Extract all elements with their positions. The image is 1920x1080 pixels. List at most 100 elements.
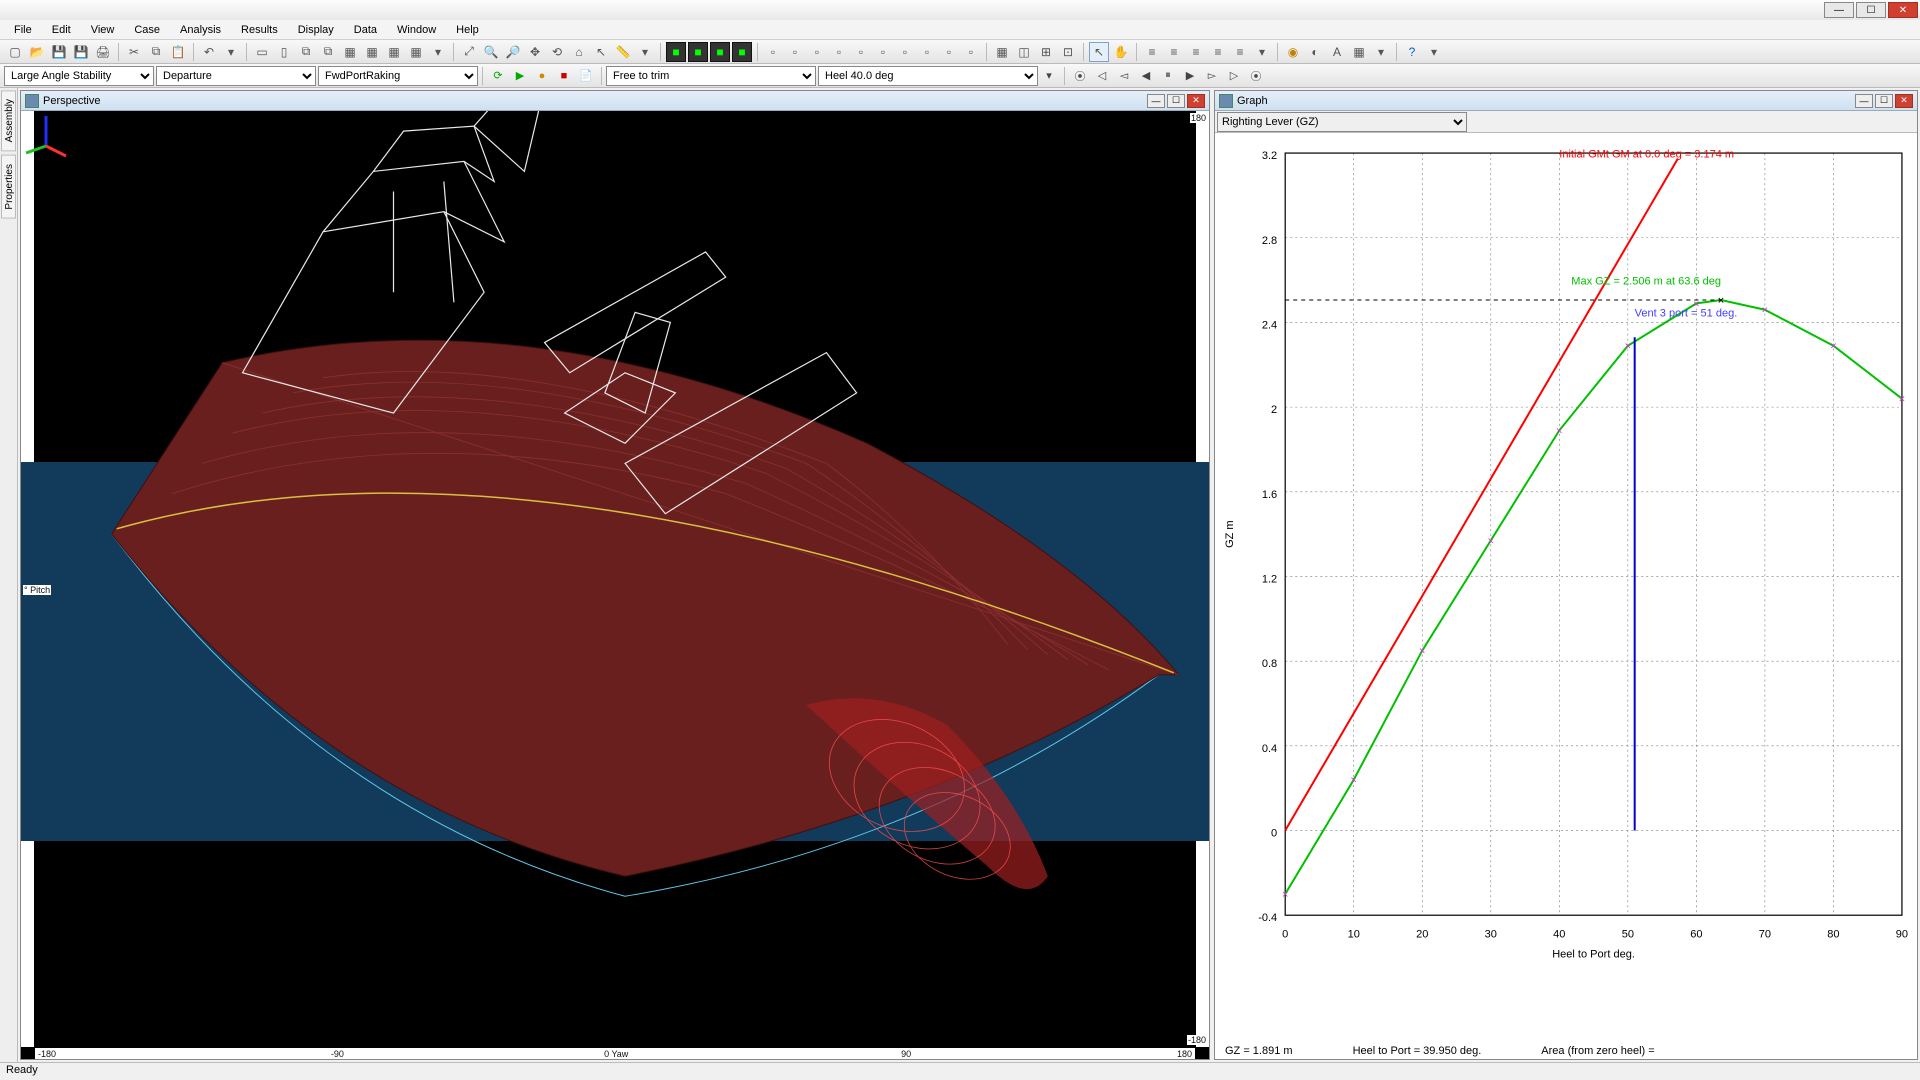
loading-condition-select[interactable]: Departure <box>156 66 316 86</box>
view-persp-icon[interactable]: ▫ <box>829 42 849 62</box>
heel-select[interactable]: Heel 40.0 deg <box>818 66 1038 86</box>
grid4-icon[interactable]: ⊡ <box>1058 42 1078 62</box>
layout8-icon[interactable]: ▦ <box>406 42 426 62</box>
anim-pause-icon[interactable]: ⏸ <box>1158 66 1178 86</box>
render4-icon[interactable]: ■ <box>732 42 752 62</box>
rotate-icon[interactable]: ⟲ <box>547 42 567 62</box>
hand-icon[interactable]: ✋ <box>1111 42 1131 62</box>
select-icon[interactable]: ↖ <box>591 42 611 62</box>
menu-edit[interactable]: Edit <box>42 22 81 38</box>
stop-icon[interactable]: ■ <box>554 66 574 86</box>
trim-select[interactable]: Free to trim <box>606 66 816 86</box>
anim-first-icon[interactable]: ⦿ <box>1070 66 1090 86</box>
zoom-extents-icon[interactable]: ⤢ <box>459 42 479 62</box>
graph-close-button[interactable]: ✕ <box>1895 94 1913 108</box>
layout6-icon[interactable]: ▦ <box>362 42 382 62</box>
grid2-icon[interactable]: ◫ <box>1014 42 1034 62</box>
window-close-button[interactable]: ✕ <box>1888 2 1918 18</box>
view-6-icon[interactable]: ▫ <box>873 42 893 62</box>
new-icon[interactable]: ▢ <box>5 42 25 62</box>
view-side-icon[interactable]: ▫ <box>807 42 827 62</box>
disp6-icon[interactable]: ▾ <box>1252 42 1272 62</box>
view-front-icon[interactable]: ▫ <box>785 42 805 62</box>
graph-plot[interactable]: 0102030405060708090-0.400.40.81.21.622.4… <box>1215 133 1917 1059</box>
dropdown-icon[interactable]: ▾ <box>635 42 655 62</box>
measure-icon[interactable]: 📏 <box>613 42 633 62</box>
cut-icon[interactable]: ✂ <box>124 42 144 62</box>
menu-case[interactable]: Case <box>124 22 170 38</box>
analysis-type-select[interactable]: Large Angle Stability <box>4 66 154 86</box>
render2-icon[interactable]: ■ <box>688 42 708 62</box>
report-icon[interactable]: 📄 <box>576 66 596 86</box>
menu-view[interactable]: View <box>81 22 125 38</box>
table-icon[interactable]: ▦ <box>1349 42 1369 62</box>
perspective-viewport[interactable]: ° Pitch 180 -180 -180 -90 0 Yaw 90 180 <box>21 111 1209 1059</box>
menu-file[interactable]: File <box>4 22 42 38</box>
redo-icon[interactable]: ▾ <box>221 42 241 62</box>
graph-max-button[interactable]: ☐ <box>1875 94 1893 108</box>
home-icon[interactable]: ⌂ <box>569 42 589 62</box>
step-icon[interactable]: ● <box>532 66 552 86</box>
grid3-icon[interactable]: ⊞ <box>1036 42 1056 62</box>
menu-data[interactable]: Data <box>344 22 387 38</box>
graph-type-select[interactable]: Righting Lever (GZ) <box>1217 112 1467 132</box>
disp1-icon[interactable]: ≡ <box>1142 42 1162 62</box>
layout3-icon[interactable]: ⧉ <box>296 42 316 62</box>
zoom-in-icon[interactable]: 🔍 <box>481 42 501 62</box>
anim-next-icon[interactable]: ▷ <box>1224 66 1244 86</box>
open-icon[interactable]: 📂 <box>27 42 47 62</box>
palette-icon[interactable]: ◐ <box>1305 42 1325 62</box>
refresh-icon[interactable]: ⟳ <box>488 66 508 86</box>
layout2-icon[interactable]: ▯ <box>274 42 294 62</box>
assembly-tab[interactable]: Assembly <box>1 90 16 151</box>
render3-icon[interactable]: ■ <box>710 42 730 62</box>
view-8-icon[interactable]: ▫ <box>917 42 937 62</box>
heel-dd-icon[interactable]: ▾ <box>1039 66 1059 86</box>
view-7-icon[interactable]: ▫ <box>895 42 915 62</box>
paste-icon[interactable]: 📋 <box>168 42 188 62</box>
text-icon[interactable]: A <box>1327 42 1347 62</box>
damage-case-select[interactable]: FwdPortRaking <box>318 66 478 86</box>
menu-analysis[interactable]: Analysis <box>170 22 231 38</box>
export-icon[interactable]: ▾ <box>1371 42 1391 62</box>
menu-display[interactable]: Display <box>288 22 344 38</box>
perspective-close-button[interactable]: ✕ <box>1187 94 1205 108</box>
undo-icon[interactable]: ↶ <box>199 42 219 62</box>
disp5-icon[interactable]: ≡ <box>1230 42 1250 62</box>
anim-play2-icon[interactable]: ▶ <box>1180 66 1200 86</box>
properties-tab[interactable]: Properties <box>1 155 16 219</box>
layout7-icon[interactable]: ▦ <box>384 42 404 62</box>
perspective-max-button[interactable]: ☐ <box>1167 94 1185 108</box>
anim-play-icon[interactable]: ◀ <box>1136 66 1156 86</box>
save-icon[interactable]: 💾 <box>49 42 69 62</box>
view-top-icon[interactable]: ▫ <box>763 42 783 62</box>
perspective-min-button[interactable]: — <box>1147 94 1165 108</box>
help-dd-icon[interactable]: ▾ <box>1424 42 1444 62</box>
menu-help[interactable]: Help <box>446 22 489 38</box>
help-icon[interactable]: ? <box>1402 42 1422 62</box>
saveas-icon[interactable]: 💾 <box>71 42 91 62</box>
view-5-icon[interactable]: ▫ <box>851 42 871 62</box>
print-icon[interactable]: 🖨 <box>93 42 113 62</box>
layout4-icon[interactable]: ⧉ <box>318 42 338 62</box>
view-10-icon[interactable]: ▫ <box>961 42 981 62</box>
layout1-icon[interactable]: ▭ <box>252 42 272 62</box>
anim-last-icon[interactable]: ⦿ <box>1246 66 1266 86</box>
copy-icon[interactable]: ⧉ <box>146 42 166 62</box>
layout5-icon[interactable]: ▦ <box>340 42 360 62</box>
anim-prev-icon[interactable]: ◁ <box>1092 66 1112 86</box>
window-minimize-button[interactable]: — <box>1824 2 1854 18</box>
view-9-icon[interactable]: ▫ <box>939 42 959 62</box>
color-wheel-icon[interactable]: ◉ <box>1283 42 1303 62</box>
menu-results[interactable]: Results <box>231 22 288 38</box>
anim-stepback-icon[interactable]: ◅ <box>1114 66 1134 86</box>
menu-window[interactable]: Window <box>387 22 446 38</box>
render1-icon[interactable]: ■ <box>666 42 686 62</box>
anim-stepfwd-icon[interactable]: ▻ <box>1202 66 1222 86</box>
grid1-icon[interactable]: ▦ <box>992 42 1012 62</box>
play-icon[interactable]: ▶ <box>510 66 530 86</box>
layout9-icon[interactable]: ▾ <box>428 42 448 62</box>
disp3-icon[interactable]: ≡ <box>1186 42 1206 62</box>
disp2-icon[interactable]: ≡ <box>1164 42 1184 62</box>
disp4-icon[interactable]: ≡ <box>1208 42 1228 62</box>
